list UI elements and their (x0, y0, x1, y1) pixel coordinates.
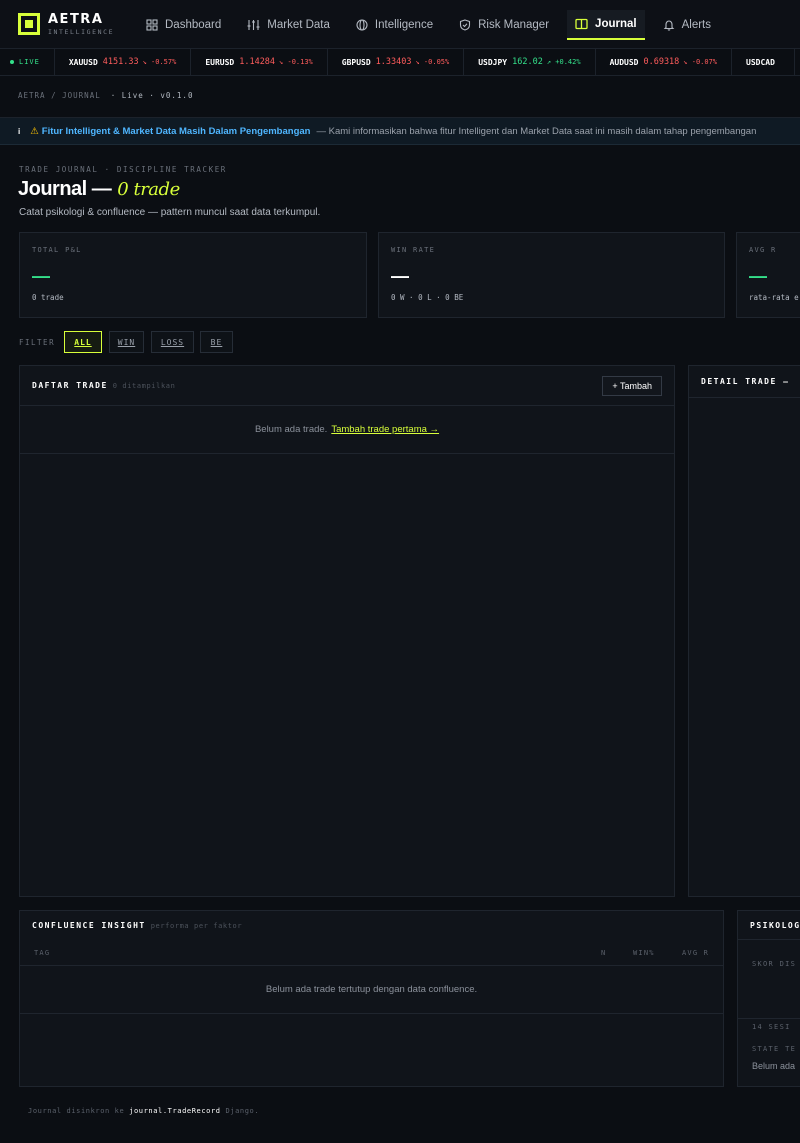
filter-win-button[interactable]: WIN (109, 331, 144, 353)
breadcrumb: AETRA / JOURNAL · Live · v0.1.0 (18, 91, 193, 100)
stat-card-total-pnl: TOTAL P&L — 0 trade (19, 232, 367, 318)
stat-value: — (749, 266, 767, 286)
psychology-panel: PSIKOLOG SKOR DIS 14 SESI STATE TE Belum… (737, 910, 800, 1087)
state-value: Belum ada (752, 1061, 796, 1071)
dev-notice-banner: i ⚠ Fitur Intelligent & Market Data Masi… (0, 118, 800, 145)
ticker-item-usdjpy[interactable]: USDJPY 162.02 ↗ +0.42% (464, 49, 596, 75)
globe-icon (356, 19, 368, 31)
filter-all-button[interactable]: ALL (64, 331, 102, 353)
trade-count: 0 trade (117, 179, 180, 200)
banner-text: — Kami informasikan bahwa fitur Intellig… (316, 125, 757, 137)
ticker-item-usdcad[interactable]: USDCAD (732, 49, 795, 75)
stat-card-avg-r: AVG R — rata-rata e (736, 232, 800, 318)
trade-detail-panel: DETAIL TRADE — (688, 365, 800, 897)
empty-text: Belum ada trade. (254, 424, 328, 435)
filter-loss-button[interactable]: LOSS (151, 331, 194, 353)
panel-title: PSIKOLOG (750, 921, 800, 930)
state-label: STATE TE (752, 1045, 797, 1053)
price-ticker: LIVE XAUUSD 4151.33 ↘ -0.57% EURUSD 1.14284… (0, 49, 800, 76)
sessions-label: 14 SESI (752, 1023, 791, 1031)
brand-subtitle: INTELLIGENCE (48, 28, 115, 36)
sliders-icon (247, 20, 260, 30)
nav-item-label: Intelligence (374, 19, 434, 31)
table-header: TAG N WIN% AVG R (20, 940, 723, 966)
stat-value: — (391, 266, 409, 286)
nav-item-journal[interactable]: Journal (567, 10, 645, 40)
stat-card-win-rate: WIN RATE — 0 W · 0 L · 0 BE (378, 232, 725, 318)
stat-label: AVG R (749, 246, 777, 254)
version-status: · Live · v0.1.0 (110, 91, 194, 100)
stat-label: TOTAL P&L (32, 246, 82, 254)
shield-icon (460, 19, 471, 31)
empty-state: Belum ada trade tertutup dengan data con… (20, 966, 723, 1014)
nav-item-label: Dashboard (165, 19, 222, 31)
brand-logo[interactable]: AETRA INTELLIGENCE (18, 13, 114, 36)
filter-be-button[interactable]: BE (200, 331, 233, 353)
panel-title: DAFTAR TRADE 0 ditampilkan (32, 381, 176, 390)
ticker-item-xauusd[interactable]: XAUUSD 4151.33 ↘ -0.57% (55, 49, 192, 75)
live-dot-icon (10, 60, 14, 64)
column-header-avg-r: AVG R (682, 949, 710, 957)
empty-state: Belum ada trade. Tambah trade pertama → (20, 406, 674, 454)
column-header-win: WIN% (633, 949, 655, 957)
ticker-item-gbpusd[interactable]: GBPUSD 1.33403 ↘ -0.05% (328, 49, 465, 75)
stat-sub: 0 trade (32, 293, 64, 302)
stat-value: — (32, 266, 50, 286)
nav-item-dashboard[interactable]: Dashboard (138, 10, 229, 40)
brand-name: AETRA (48, 12, 104, 27)
info-icon: i (18, 126, 21, 136)
filter-label: FILTER (19, 338, 56, 347)
logo-mark-icon (18, 13, 40, 36)
nav-item-market-data[interactable]: Market Data (239, 10, 338, 40)
column-header-n: N (601, 949, 607, 957)
bell-icon (663, 20, 674, 31)
panel-title: DETAIL TRADE — (701, 377, 790, 386)
page-title: Journal —0 trade (18, 178, 180, 200)
book-icon (575, 18, 588, 30)
nav-item-intelligence[interactable]: Intelligence (348, 10, 441, 40)
nav-item-alerts[interactable]: Alerts (655, 10, 719, 40)
model-name: journal.TradeRecord (129, 1107, 221, 1115)
page-subtitle: Catat psikologi & confluence — pattern m… (19, 207, 321, 218)
divider (738, 1018, 800, 1019)
nav-item-risk-manager[interactable]: Risk Manager (451, 10, 557, 40)
banner-title: Fitur Intelligent & Market Data Masih Da… (41, 125, 311, 137)
confluence-insight-panel: CONFLUENCE INSIGHT performa per faktor TA… (19, 910, 724, 1087)
footer-note: Journal disinkron ke journal.TradeRecord… (28, 1107, 260, 1115)
breadcrumb-path: AETRA / JOURNAL (18, 91, 101, 100)
nav-item-label: Alerts (681, 19, 711, 31)
top-nav: AETRA INTELLIGENCE Dashboard Market Data… (0, 0, 800, 49)
ticker-item-eurusd[interactable]: EURUSD 1.14284 ↘ -0.13% (191, 49, 328, 75)
page-eyebrow: TRADE JOURNAL · DISCIPLINE TRACKER (19, 165, 227, 174)
trade-list-panel: DAFTAR TRADE 0 ditampilkan + Tambah Belum… (19, 365, 675, 897)
ticker-item-audusd[interactable]: AUDUSD 0.69318 ↘ -0.07% (596, 49, 733, 75)
warning-icon: ⚠ (30, 125, 39, 137)
add-trade-button[interactable]: + Tambah (602, 376, 662, 396)
column-header-tag: TAG (34, 949, 51, 957)
nav-item-label: Journal (595, 18, 637, 30)
discipline-score-label: SKOR DIS (752, 960, 797, 968)
add-first-trade-link[interactable]: Tambah trade pertama → (331, 424, 439, 435)
panel-subtitle: performa per faktor (150, 922, 243, 930)
grid-icon (146, 19, 158, 31)
trade-list-count: 0 ditampilkan (112, 382, 176, 390)
nav-item-label: Market Data (267, 19, 330, 31)
stat-sub: rata-rata e (749, 293, 799, 302)
stat-label: WIN RATE (391, 246, 436, 254)
live-indicator: LIVE (0, 49, 55, 75)
nav-item-label: Risk Manager (478, 19, 550, 31)
stat-sub: 0 W · 0 L · 0 BE (391, 293, 464, 302)
panel-title: CONFLUENCE INSIGHT performa per faktor (32, 921, 243, 930)
